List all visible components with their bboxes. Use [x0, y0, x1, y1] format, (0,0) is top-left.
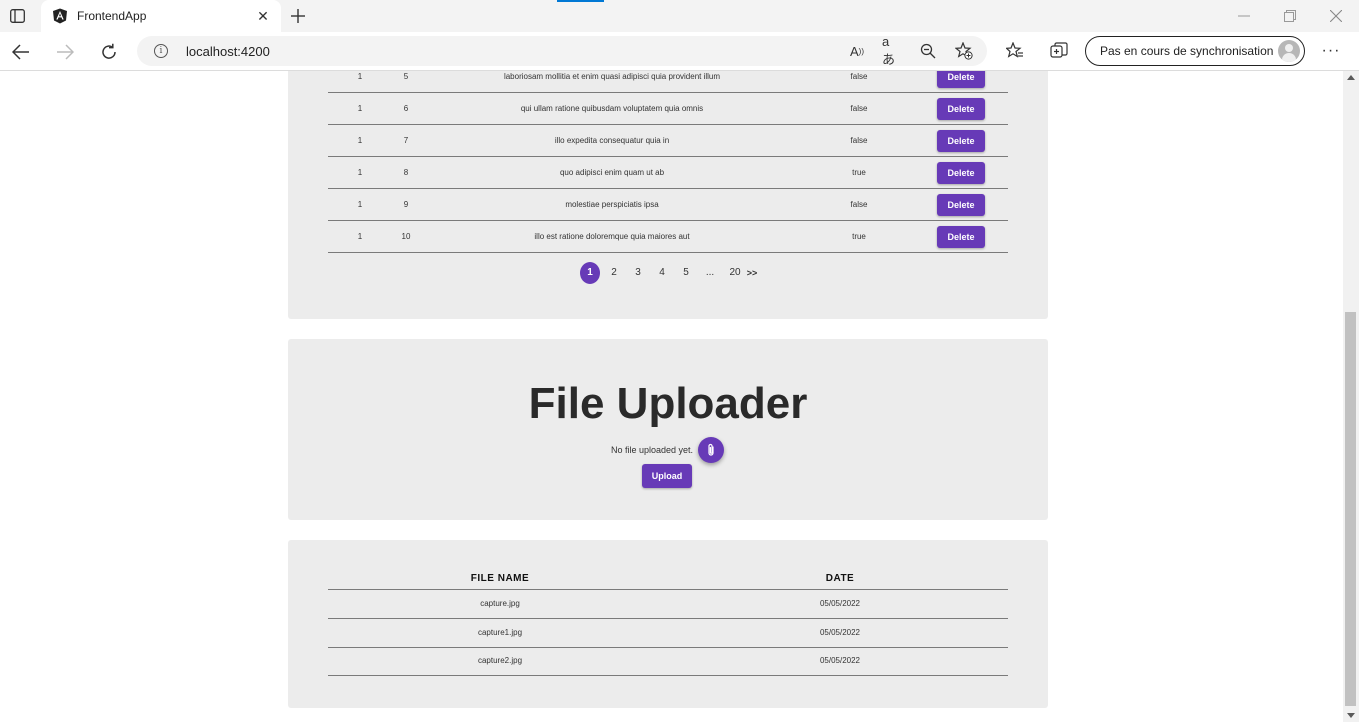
todo-id-cell: 8 [403, 168, 409, 177]
forward-icon[interactable] [52, 39, 78, 65]
file-uploader-card: File Uploader No file uploaded yet. Uplo… [288, 339, 1048, 520]
table-row: capture2.jpg 05/05/2022 [328, 647, 1008, 676]
todo-title-cell: quo adipisci enim quam ut ab [559, 168, 665, 177]
completed-cell: true [852, 232, 866, 241]
column-header-date: DATE [825, 573, 855, 584]
todo-title-cell: illo expedita consequatur quia in [554, 136, 670, 145]
todo-list-card: 1 5 laboriosam mollitia et enim quasi ad… [288, 71, 1048, 319]
todo-id-cell: 6 [403, 104, 409, 113]
delete-button[interactable]: Delete [937, 162, 985, 184]
page-link[interactable]: 4 [656, 261, 668, 285]
page-link[interactable]: 3 [632, 261, 644, 285]
site-info-icon[interactable]: i [154, 44, 168, 58]
upload-button[interactable]: Upload [642, 464, 692, 488]
new-tab-icon[interactable] [287, 5, 309, 27]
completed-cell: false [850, 72, 868, 81]
file-name-cell: capture1.jpg [477, 628, 523, 637]
scroll-up-icon[interactable] [1347, 75, 1355, 80]
attach-file-button[interactable] [698, 437, 724, 463]
sync-status-label: Pas en cours de synchronisation [1100, 44, 1274, 58]
table-row: 1 6 qui ullam ratione quibusdam voluptat… [328, 93, 1008, 125]
delete-button[interactable]: Delete [937, 194, 985, 216]
user-id-cell: 1 [357, 136, 363, 145]
read-aloud-icon[interactable]: A)) [847, 42, 867, 60]
next-page-link[interactable]: >> [745, 261, 759, 285]
url-text[interactable]: localhost:4200 [186, 44, 270, 59]
close-window-icon[interactable] [1324, 6, 1348, 26]
table-row: capture.jpg 05/05/2022 [328, 590, 1008, 619]
file-name-cell: capture.jpg [480, 599, 520, 608]
todo-title-cell: qui ullam ratione quibusdam voluptatem q… [520, 104, 704, 113]
translate-icon[interactable]: aあ [882, 34, 902, 67]
angular-logo-icon [53, 8, 67, 24]
completed-cell: false [850, 136, 868, 145]
file-date-cell: 05/05/2022 [819, 599, 861, 608]
page-link-last[interactable]: 20 [727, 261, 743, 285]
tab-accent-line [557, 0, 604, 2]
file-name-cell: capture2.jpg [477, 656, 523, 665]
completed-cell: false [850, 200, 868, 209]
todo-id-cell: 7 [403, 136, 409, 145]
uploaded-files-card: FILE NAME DATE capture.jpg 05/05/2022 ca… [288, 540, 1048, 708]
delete-button[interactable]: Delete [937, 98, 985, 120]
table-row: 1 7 illo expedita consequatur quia in fa… [328, 125, 1008, 157]
todo-id-cell: 5 [403, 72, 409, 81]
more-options-icon[interactable]: ··· [1319, 39, 1343, 63]
todo-title-cell: illo est ratione doloremque quia maiores… [534, 232, 690, 241]
restore-icon[interactable] [1278, 6, 1302, 26]
favorites-icon[interactable] [1003, 39, 1027, 63]
todo-title-cell: laboriosam mollitia et enim quasi adipis… [503, 72, 721, 81]
uploader-title: File Uploader [528, 379, 808, 428]
tab-strip: FrontendApp ✕ [0, 0, 1359, 32]
paperclip-icon [708, 443, 714, 456]
page-link[interactable]: 2 [608, 261, 620, 285]
delete-button[interactable]: Delete [937, 71, 985, 88]
page-viewport: 1 5 laboriosam mollitia et enim quasi ad… [0, 71, 1343, 722]
todo-id-cell: 10 [401, 232, 411, 241]
delete-button[interactable]: Delete [937, 226, 985, 248]
page-ellipsis: ... [705, 267, 715, 278]
minimize-icon[interactable] [1232, 6, 1256, 26]
address-bar[interactable]: i localhost:4200 A)) aあ [137, 34, 987, 67]
zoom-out-icon[interactable] [918, 42, 938, 60]
table-row: 1 5 laboriosam mollitia et enim quasi ad… [328, 71, 1008, 93]
completed-cell: true [852, 168, 866, 177]
scroll-down-icon[interactable] [1347, 713, 1355, 718]
table-row: 1 9 molestiae perspiciatis ipsa false De… [328, 189, 1008, 221]
back-icon[interactable] [8, 39, 34, 65]
user-id-cell: 1 [357, 104, 363, 113]
table-row: capture1.jpg 05/05/2022 [328, 619, 1008, 648]
tab-actions-icon[interactable] [6, 6, 28, 26]
close-tab-icon[interactable]: ✕ [255, 8, 271, 24]
delete-button[interactable]: Delete [937, 130, 985, 152]
pagination: 1 2 3 4 5 ... 20 >> [288, 261, 1048, 285]
file-date-cell: 05/05/2022 [819, 628, 861, 637]
todo-title-cell: molestiae perspiciatis ipsa [565, 200, 659, 209]
column-header-file-name: FILE NAME [470, 573, 530, 584]
scrollbar-thumb[interactable] [1345, 312, 1356, 706]
user-id-cell: 1 [357, 168, 363, 177]
browser-toolbar: i localhost:4200 A)) aあ Pas en cours de … [0, 32, 1359, 71]
avatar [1278, 40, 1300, 62]
user-id-cell: 1 [357, 232, 363, 241]
user-id-cell: 1 [357, 72, 363, 81]
page-link-active[interactable]: 1 [580, 262, 600, 284]
table-row: 1 8 quo adipisci enim quam ut ab true De… [328, 157, 1008, 189]
add-favorite-icon[interactable] [954, 42, 974, 60]
table-row: 1 10 illo est ratione doloremque quia ma… [328, 221, 1008, 253]
file-date-cell: 05/05/2022 [819, 656, 861, 665]
tab-title: FrontendApp [77, 9, 147, 23]
user-id-cell: 1 [357, 200, 363, 209]
page-link[interactable]: 5 [680, 261, 692, 285]
refresh-icon[interactable] [96, 39, 122, 65]
page-scrollbar[interactable] [1343, 71, 1359, 722]
todo-id-cell: 9 [403, 200, 409, 209]
completed-cell: false [850, 104, 868, 113]
collections-icon[interactable] [1047, 39, 1071, 63]
profile-sync-button[interactable]: Pas en cours de synchronisation [1085, 36, 1305, 66]
upload-status-text: No file uploaded yet. [611, 445, 694, 455]
tab-frontendapp[interactable]: FrontendApp ✕ [41, 0, 281, 32]
